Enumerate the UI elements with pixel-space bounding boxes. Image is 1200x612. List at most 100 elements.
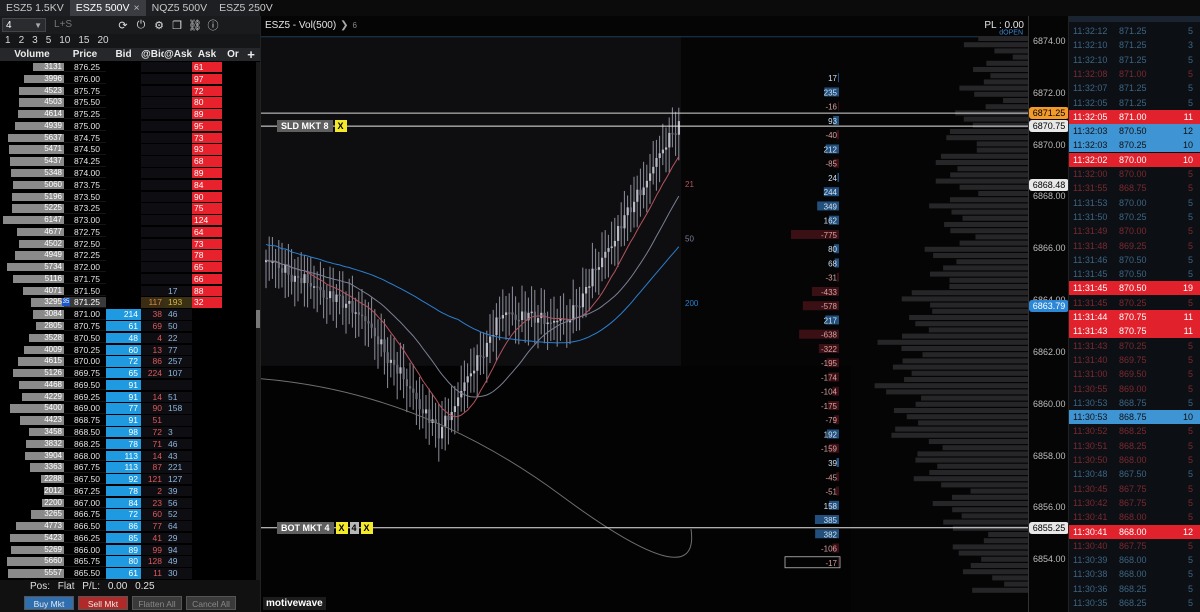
bid-cell[interactable]: 48 bbox=[106, 332, 141, 344]
orders-cell[interactable] bbox=[222, 215, 256, 225]
bid-cell[interactable] bbox=[106, 121, 141, 131]
ladder-row[interactable]: 5734 872.00 65 bbox=[0, 262, 256, 273]
orders-cell[interactable] bbox=[222, 345, 256, 355]
bid-cell[interactable]: 98 bbox=[106, 426, 141, 438]
orders-cell[interactable] bbox=[222, 227, 256, 237]
bid-cell[interactable]: 84 bbox=[106, 497, 141, 508]
ladder-row[interactable]: 4423 868.75 91 51 bbox=[0, 415, 256, 426]
add-column-icon[interactable]: + bbox=[244, 48, 258, 62]
ask-cell[interactable]: 73 bbox=[192, 132, 222, 143]
orders-cell[interactable] bbox=[222, 474, 256, 484]
orders-cell[interactable] bbox=[222, 74, 256, 84]
preset-2[interactable]: 2 bbox=[15, 34, 29, 48]
ladder-row[interactable]: 3904 868.00 113 14 43 bbox=[0, 450, 256, 461]
bid-cell[interactable]: 61 bbox=[106, 568, 141, 579]
orders-cell[interactable] bbox=[222, 462, 256, 472]
bid-cell[interactable]: 214 bbox=[106, 309, 141, 320]
ladder-row[interactable]: 5126 869.75 65 224 107 bbox=[0, 368, 256, 379]
ask-cell[interactable]: 75 bbox=[192, 203, 222, 214]
price-cell[interactable]: 868.75 bbox=[64, 415, 106, 426]
price-cell[interactable]: 865.50 bbox=[64, 568, 106, 579]
orders-cell[interactable] bbox=[222, 156, 256, 166]
bid-cell[interactable] bbox=[106, 262, 141, 272]
ladder-row[interactable]: 3832 868.25 78 71 46 bbox=[0, 438, 256, 450]
ask-cell[interactable] bbox=[192, 321, 222, 331]
ladder-row[interactable]: 5660 865.75 80 128 49 bbox=[0, 556, 256, 567]
ladder-row[interactable]: 5348 874.00 89 bbox=[0, 167, 256, 179]
price-cell[interactable]: 876.25 bbox=[64, 62, 106, 73]
close-icon[interactable]: X bbox=[335, 521, 348, 534]
ask-cell[interactable]: 68 bbox=[192, 156, 222, 167]
orders-cell[interactable] bbox=[222, 403, 256, 413]
price-cell[interactable]: 867.50 bbox=[64, 474, 106, 485]
price-cell[interactable]: 873.25 bbox=[64, 203, 106, 214]
ask-cell[interactable] bbox=[192, 498, 222, 508]
ask-cell[interactable]: 97 bbox=[192, 73, 222, 85]
chevron-down-icon[interactable]: ▼ bbox=[34, 21, 42, 30]
ladder-row[interactable]: 4773 866.50 86 77 64 bbox=[0, 521, 256, 532]
tab-nqz5-500v[interactable]: NQZ5 500V bbox=[146, 0, 213, 16]
ask-cell[interactable] bbox=[192, 345, 222, 355]
price-cell[interactable]: 866.75 bbox=[64, 509, 106, 520]
bid-cell[interactable] bbox=[106, 86, 141, 96]
bid-cell[interactable] bbox=[106, 156, 141, 166]
power-icon[interactable]: ⏻ bbox=[132, 17, 150, 33]
bid-cell[interactable]: 113 bbox=[106, 450, 141, 461]
orders-cell[interactable] bbox=[222, 486, 256, 496]
bid-cell[interactable]: 72 bbox=[106, 509, 141, 520]
ask-cell[interactable]: 78 bbox=[192, 250, 222, 261]
bid-cell[interactable] bbox=[106, 180, 141, 190]
copy-icon[interactable]: ❐ bbox=[168, 17, 186, 33]
ladder-row[interactable]: 2805 870.75 61 69 50 bbox=[0, 321, 256, 332]
price-cell[interactable]: 874.25 bbox=[64, 156, 106, 167]
close-icon[interactable]: X bbox=[360, 521, 373, 534]
chevron-down-icon[interactable]: ❯ bbox=[340, 20, 348, 31]
price-cell[interactable]: 870.50 bbox=[64, 333, 106, 344]
ask-cell[interactable] bbox=[192, 392, 222, 402]
ask-cell[interactable] bbox=[192, 403, 222, 413]
ladder-row[interactable]: 4614 875.25 89 bbox=[0, 109, 256, 120]
bought-market-tag[interactable]: BOT MKT 4X4X bbox=[277, 521, 373, 534]
price-cell[interactable]: 874.50 bbox=[64, 144, 106, 155]
ask-cell[interactable]: 61 bbox=[192, 62, 222, 73]
ladder-row[interactable]: 3265 866.75 72 60 52 bbox=[0, 509, 256, 520]
bid-cell[interactable] bbox=[106, 297, 141, 307]
tab-esz5-500v[interactable]: ESZ5 500V × bbox=[69, 0, 146, 16]
orders-cell[interactable] bbox=[222, 274, 256, 284]
orders-cell[interactable] bbox=[222, 533, 256, 543]
price-axis[interactable]: 6874.006872.006870.006868.006866.006864.… bbox=[1028, 16, 1069, 612]
ladder-row[interactable]: 6147 873.00 124 bbox=[0, 215, 256, 226]
header-bid[interactable]: Bid bbox=[106, 48, 141, 62]
price-cell[interactable]: 870.75 bbox=[64, 321, 106, 332]
price-cell[interactable]: 867.25 bbox=[64, 486, 106, 497]
orders-cell[interactable] bbox=[222, 556, 256, 566]
orders-cell[interactable] bbox=[222, 286, 256, 296]
orders-cell[interactable] bbox=[222, 521, 256, 531]
orders-cell[interactable] bbox=[222, 509, 256, 519]
price-chart[interactable]: 21 50 200 dOPEN 17 235 -16 93 -40 212 -85 24 244 349 1… bbox=[260, 16, 1068, 612]
ask-cell[interactable] bbox=[192, 474, 222, 484]
price-cell[interactable]: 873.75 bbox=[64, 180, 106, 191]
price-ladder[interactable]: 3131 876.25 61 3996 876.00 97 4523 875.75 72 4503… bbox=[0, 62, 256, 580]
price-cell[interactable]: 872.50 bbox=[64, 239, 106, 249]
bid-cell[interactable]: 60 bbox=[106, 344, 141, 355]
ask-cell[interactable] bbox=[192, 439, 222, 449]
bid-cell[interactable] bbox=[106, 97, 141, 107]
ask-cell[interactable] bbox=[192, 368, 222, 378]
ask-cell[interactable] bbox=[192, 333, 222, 343]
link-icon[interactable]: ⛓ bbox=[186, 17, 204, 33]
ladder-row[interactable]: 3295 871.25 117 193 32 35 bbox=[0, 297, 256, 308]
ladder-row[interactable]: 4229 869.25 91 14 51 bbox=[0, 391, 256, 402]
ladder-row[interactable]: 5400 869.00 77 90 158 bbox=[0, 403, 256, 414]
ladder-row[interactable]: 5557 865.50 61 11 30 bbox=[0, 568, 256, 579]
preset-1[interactable]: 1 bbox=[0, 34, 15, 48]
bid-cell[interactable]: 92 bbox=[106, 474, 141, 485]
ladder-row[interactable]: 4502 872.50 73 bbox=[0, 238, 256, 249]
header-volume[interactable]: Volume bbox=[0, 48, 64, 62]
refresh-icon[interactable]: ⟳ bbox=[114, 17, 132, 33]
ladder-row[interactable]: 3084 871.00 214 38 46 bbox=[0, 309, 256, 320]
ask-cell[interactable] bbox=[192, 309, 222, 319]
ladder-row[interactable]: 4071 871.50 17 88 bbox=[0, 285, 256, 297]
tab-esz5-250v[interactable]: ESZ5 250V bbox=[213, 0, 279, 16]
price-cell[interactable]: 874.75 bbox=[64, 133, 106, 143]
